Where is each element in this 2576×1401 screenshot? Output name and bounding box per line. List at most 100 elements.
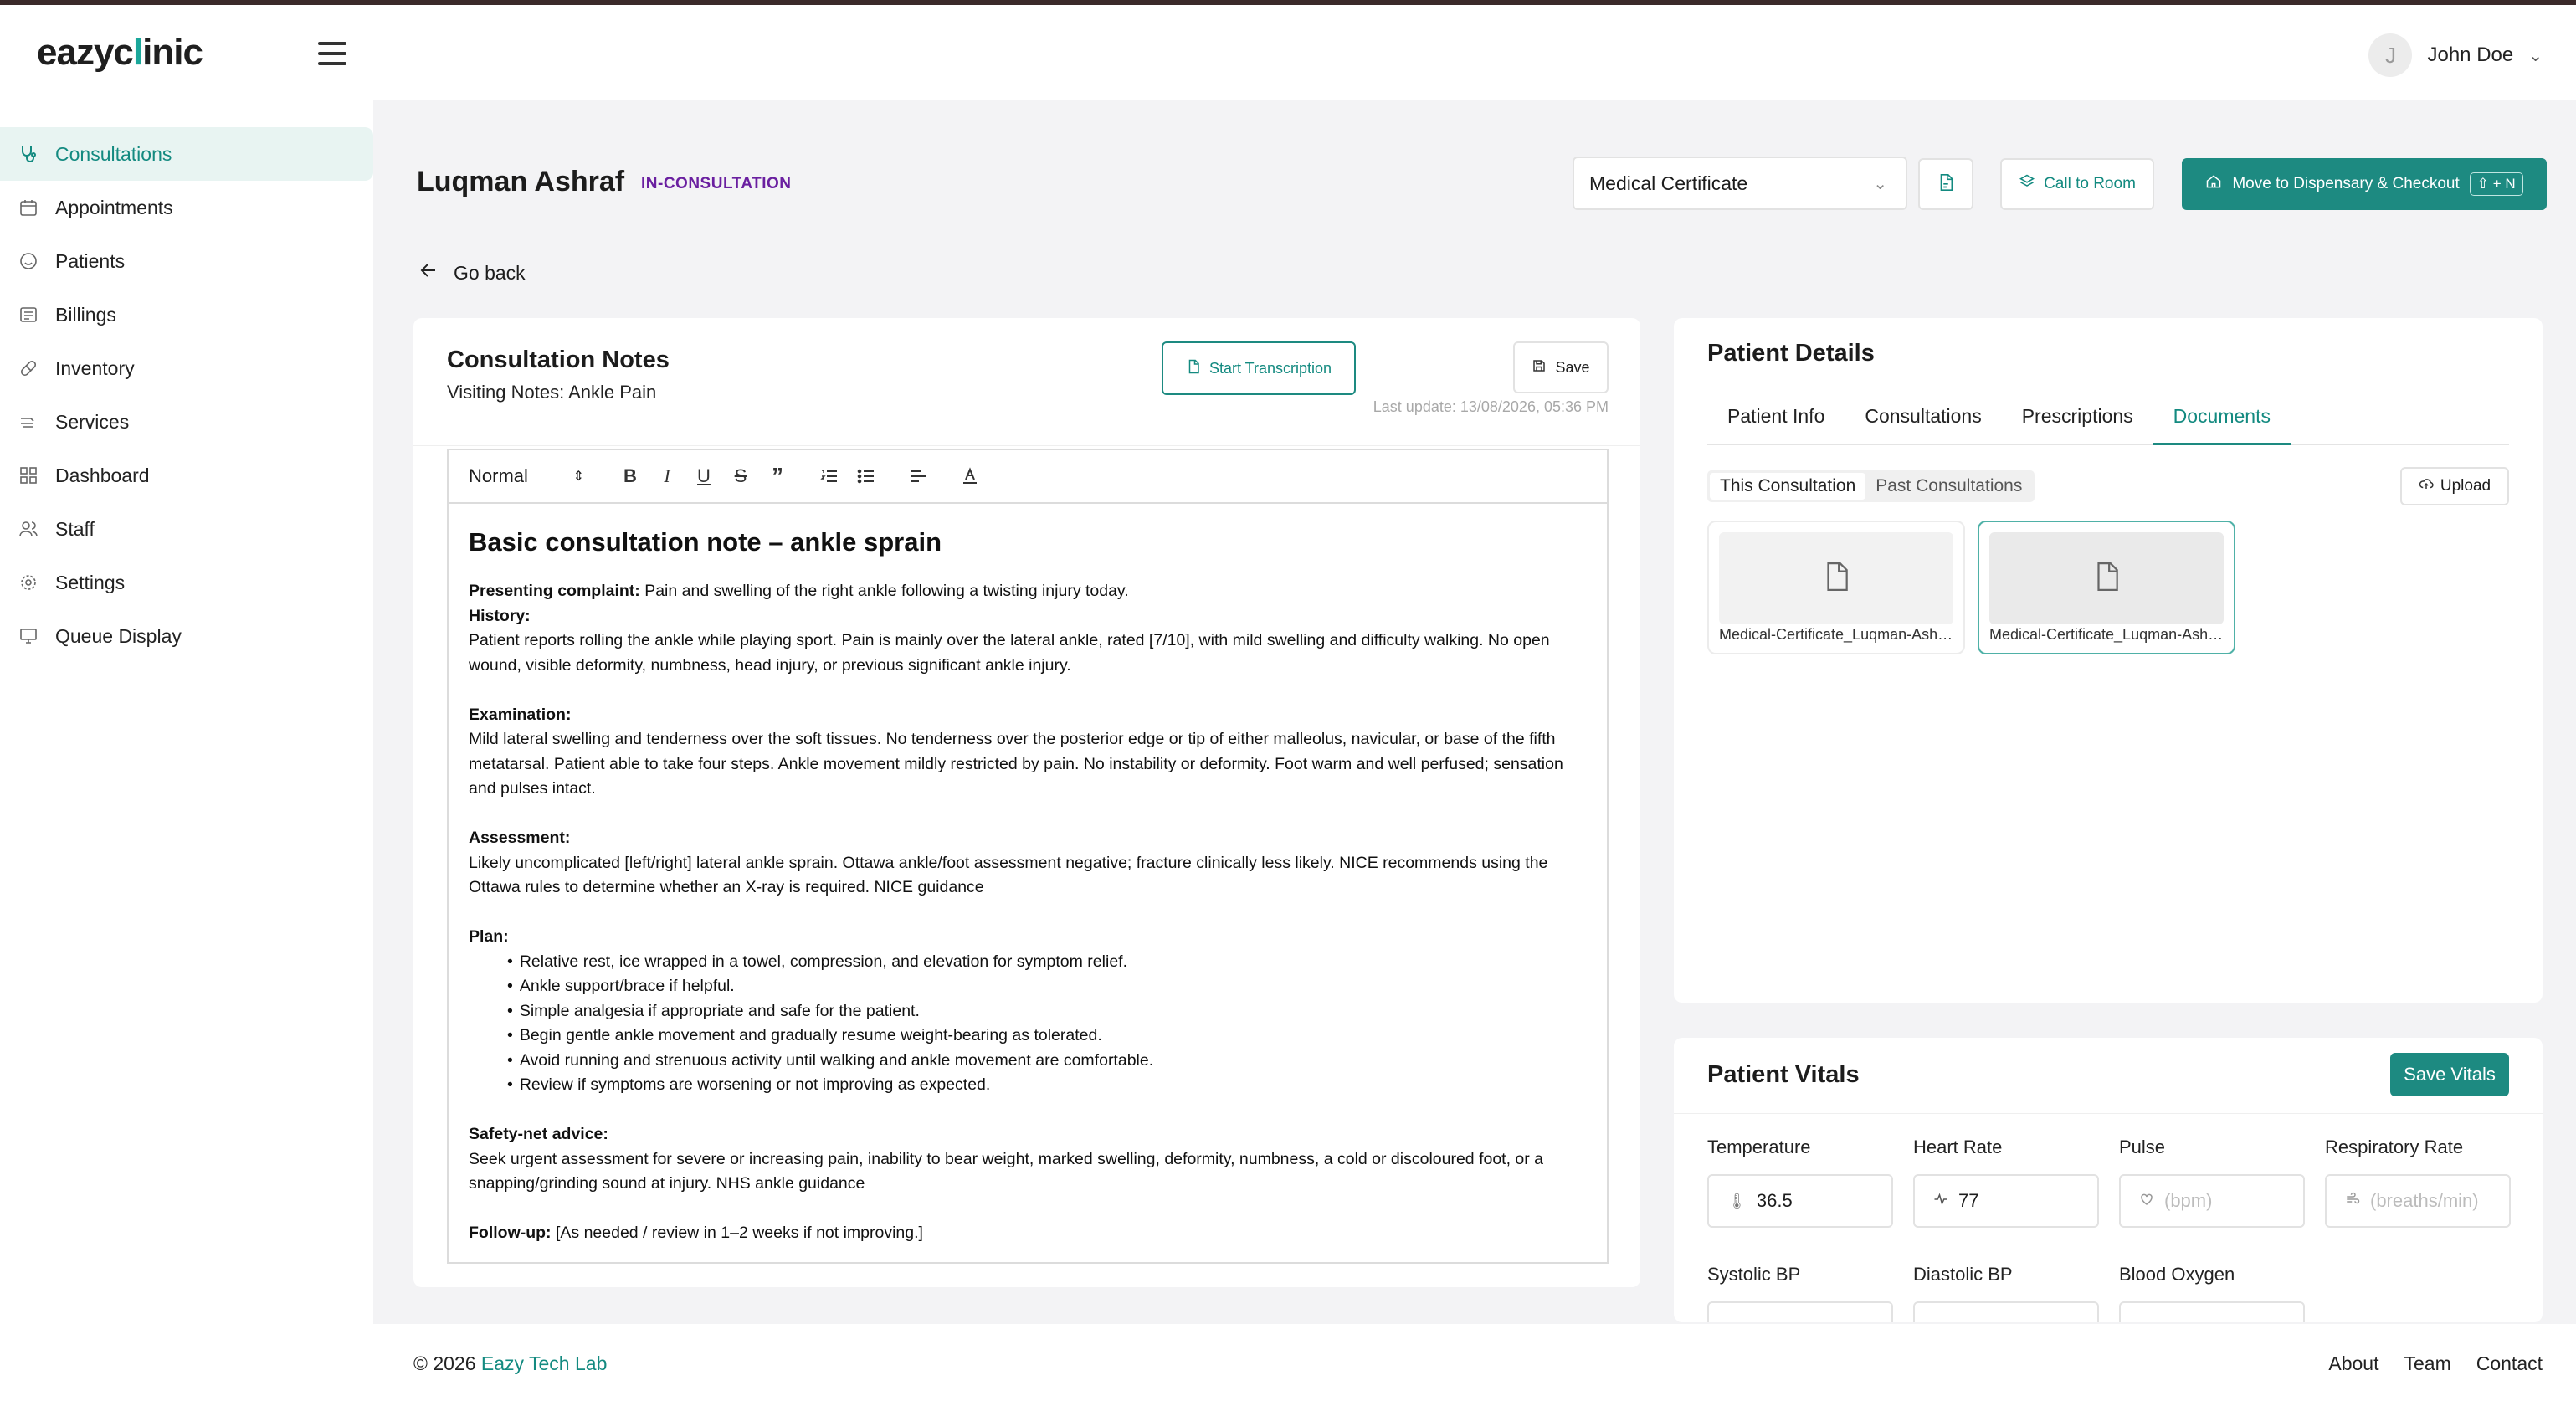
layers-icon: [2019, 173, 2035, 195]
italic-icon[interactable]: I: [654, 464, 680, 489]
sidebar-item-consultations[interactable]: Consultations: [0, 127, 373, 181]
chevron-down-icon: ⌄: [2528, 46, 2543, 65]
tab-patient-info[interactable]: Patient Info: [1707, 402, 1845, 445]
menu-toggle-icon[interactable]: [318, 42, 346, 65]
rich-text-editor[interactable]: Normal ⇕ B I U S ” Basic consultation no…: [447, 449, 1609, 1264]
sidebar-item-label: Billings: [55, 303, 116, 326]
sidebar-item-dashboard[interactable]: Dashboard: [0, 449, 373, 502]
document-name: Medical-Certificate_Luqman-Ashraf: [1989, 626, 2225, 643]
logo-accent: l: [132, 32, 143, 73]
certificate-select[interactable]: Medical Certificate ⌄: [1573, 157, 1907, 210]
footer-link-contact[interactable]: Contact: [2476, 1352, 2543, 1375]
divider: [1674, 1113, 2543, 1114]
follow-up: Follow-up: [As needed / review in 1–2 we…: [469, 1221, 1590, 1246]
diastolic-bp-input[interactable]: [1913, 1301, 2099, 1322]
segment-this-consultation[interactable]: This Consultation: [1710, 473, 1866, 500]
copyright-text: © 2026: [413, 1352, 481, 1374]
go-back-label: Go back: [454, 261, 526, 284]
sidebar-item-billings[interactable]: Billings: [0, 288, 373, 341]
sidebar-item-patients[interactable]: Patients: [0, 234, 373, 288]
gear-icon: [18, 572, 38, 593]
footer-link-team[interactable]: Team: [2404, 1352, 2450, 1375]
sidebar-item-staff[interactable]: Staff: [0, 502, 373, 556]
sidebar-item-label: Queue Display: [55, 624, 182, 647]
services-icon: [18, 412, 38, 432]
go-back-link[interactable]: Go back: [418, 260, 526, 285]
blood-oxygen-input[interactable]: [2119, 1301, 2305, 1322]
text-color-icon[interactable]: [957, 464, 983, 489]
temperature-value: 36.5: [1756, 1190, 1793, 1211]
wind-icon: [2345, 1192, 2360, 1211]
sidebar-item-services[interactable]: Services: [0, 395, 373, 449]
systolic-bp-label: Systolic BP: [1707, 1264, 1801, 1285]
calendar-icon: [18, 198, 38, 218]
sidebar-item-label: Inventory: [55, 357, 135, 379]
heart-rate-input[interactable]: 77: [1913, 1174, 2099, 1228]
footer-links: About Team Contact: [2328, 1352, 2543, 1375]
respiratory-rate-input[interactable]: (breaths/min): [2325, 1174, 2511, 1228]
last-update-timestamp: Last update: 13/08/2026, 05:36 PM: [1373, 398, 1609, 415]
notes-title: Consultation Notes: [447, 346, 670, 373]
logo[interactable]: eazyclinic: [37, 32, 203, 74]
editor-content[interactable]: Basic consultation note – ankle sprain P…: [469, 526, 1590, 1246]
tab-prescriptions[interactable]: Prescriptions: [2002, 402, 2153, 445]
tab-documents[interactable]: Documents: [2153, 402, 2291, 445]
start-transcription-button[interactable]: Start Transcription: [1162, 341, 1356, 395]
format-select[interactable]: Normal ⇕: [469, 465, 584, 487]
sidebar-item-label: Settings: [55, 571, 126, 593]
pill-icon: [18, 358, 38, 378]
sidebar-item-settings[interactable]: Settings: [0, 556, 373, 609]
section-text: [As needed / review in 1–2 weeks if not …: [551, 1224, 923, 1242]
billing-icon: [18, 305, 38, 325]
document-thumbnail: [1989, 532, 2224, 624]
footer-link-about[interactable]: About: [2328, 1352, 2378, 1375]
smile-icon: [18, 251, 38, 271]
patient-details-tabs: Patient Info Consultations Prescriptions…: [1707, 402, 2509, 445]
sidebar-item-queue-display[interactable]: Queue Display: [0, 609, 373, 663]
keyboard-shortcut: ⇧ + N: [2469, 172, 2523, 196]
editor-toolbar: Normal ⇕ B I U S ”: [449, 450, 1607, 504]
temperature-input[interactable]: 🌡︎ 36.5: [1707, 1174, 1893, 1228]
pulse-input[interactable]: (bpm): [2119, 1174, 2305, 1228]
heart-icon: [2139, 1192, 2154, 1211]
save-vitals-button[interactable]: Save Vitals: [2390, 1053, 2509, 1096]
call-to-room-button[interactable]: Call to Room: [2000, 158, 2154, 210]
document-thumbnail: [1719, 532, 1953, 624]
brand-link[interactable]: Eazy Tech Lab: [481, 1352, 607, 1374]
document-card[interactable]: Medical-Certificate_Luqman-Ashraf: [1978, 521, 2235, 654]
sidebar-item-appointments[interactable]: Appointments: [0, 181, 373, 234]
temperature-label: Temperature: [1707, 1137, 1811, 1157]
upload-button[interactable]: Upload: [2400, 467, 2509, 505]
sidebar-item-inventory[interactable]: Inventory: [0, 341, 373, 395]
strikethrough-icon[interactable]: S: [728, 464, 753, 489]
ordered-list-icon[interactable]: [817, 464, 842, 489]
bullet-list-icon[interactable]: [854, 464, 879, 489]
staff-icon: [18, 519, 38, 539]
align-left-icon[interactable]: [906, 464, 931, 489]
move-to-dispensary-button[interactable]: Move to Dispensary & Checkout ⇧ + N: [2182, 158, 2547, 210]
avatar: J: [2368, 33, 2413, 77]
assessment-label: Assessment:: [469, 826, 1590, 851]
arrow-left-icon: [418, 260, 439, 285]
list-item: Review if symptoms are worsening or not …: [507, 1073, 1590, 1098]
call-to-room-label: Call to Room: [2044, 175, 2136, 192]
section-label: Examination:: [469, 705, 572, 724]
bold-icon[interactable]: B: [618, 464, 643, 489]
quote-icon[interactable]: ”: [765, 463, 790, 489]
patient-details-card: Patient Details Patient Info Consultatio…: [1674, 318, 2543, 1003]
section-label: Presenting complaint:: [469, 582, 640, 600]
generate-document-button[interactable]: [1918, 158, 1973, 210]
tab-consultations[interactable]: Consultations: [1845, 402, 2001, 445]
user-menu[interactable]: J John Doe ⌄: [2368, 33, 2543, 77]
upload-cloud-icon: [2419, 476, 2434, 496]
chevron-down-icon: ⌄: [1873, 174, 1887, 193]
systolic-bp-input[interactable]: [1707, 1301, 1893, 1322]
examination-label: Examination:: [469, 703, 1590, 728]
segment-past-consultations[interactable]: Past Consultations: [1865, 473, 2032, 500]
section-label: Follow-up:: [469, 1224, 552, 1242]
document-card[interactable]: Medical-Certificate_Luqman-Ashraf: [1707, 521, 1965, 654]
format-select-value: Normal: [469, 465, 528, 486]
save-notes-button[interactable]: Save: [1513, 341, 1609, 393]
underline-icon[interactable]: U: [691, 464, 716, 489]
sidebar-item-label: Consultations: [55, 142, 172, 165]
